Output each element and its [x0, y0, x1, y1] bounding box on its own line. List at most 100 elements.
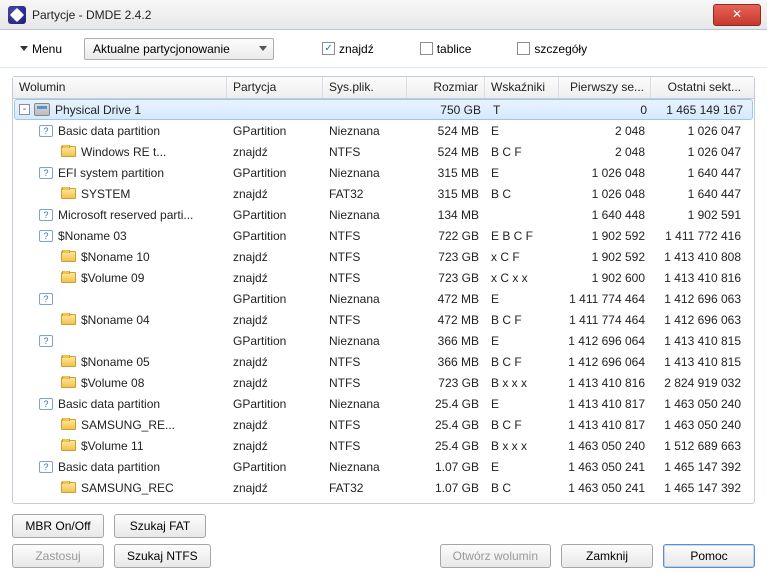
- table-row[interactable]: ?Basic data partitionGPartitionNieznana5…: [13, 120, 754, 141]
- checkbox-details-label: szczegóły: [534, 42, 587, 56]
- row-name: $Noname 10: [81, 250, 150, 264]
- close-button[interactable]: ✕: [713, 4, 761, 26]
- cell-size: 1.07 GB: [407, 481, 485, 495]
- partitioning-combo[interactable]: Aktualne partycjonowanie: [84, 38, 274, 60]
- apply-button[interactable]: Zastosuj: [12, 544, 104, 568]
- folder-icon: [61, 482, 76, 493]
- row-name: EFI system partition: [58, 166, 164, 180]
- table-row[interactable]: $Volume 11znajdźNTFS25.4 GBB x x x1 463 …: [13, 435, 754, 456]
- cell-fs: Nieznana: [323, 397, 407, 411]
- table-row[interactable]: ?Microsoft reserved parti...GPartitionNi…: [13, 204, 754, 225]
- mbr-toggle-button[interactable]: MBR On/Off: [12, 514, 104, 538]
- row-name: Basic data partition: [58, 124, 160, 138]
- cell-first-sector: 1 411 774 464: [559, 313, 651, 327]
- cell-volume: SAMSUNG_RE...: [13, 418, 227, 432]
- cell-size: 723 GB: [407, 271, 485, 285]
- table-row[interactable]: $Noname 05znajdźNTFS366 MBB C F1 412 696…: [13, 351, 754, 372]
- col-indicators[interactable]: Wskaźniki: [485, 77, 559, 98]
- cell-fs: NTFS: [323, 376, 407, 390]
- cell-indicators: B C: [485, 187, 559, 201]
- cell-size: 366 MB: [407, 334, 485, 348]
- cell-last-sector: 1 640 447: [651, 187, 747, 201]
- row-name: $Volume 11: [81, 439, 144, 453]
- search-ntfs-button[interactable]: Szukaj NTFS: [114, 544, 211, 568]
- cell-volume: ? EFI system partition: [13, 166, 227, 180]
- cell-first-sector: 2 048: [559, 145, 651, 159]
- row-name: Basic data partition: [58, 397, 160, 411]
- cell-last-sector: 1 413 410 815: [651, 355, 747, 369]
- col-last-sector[interactable]: Ostatni sekt...: [651, 77, 747, 98]
- table-row[interactable]: ?Basic data partitionGPartitionNieznana1…: [13, 456, 754, 477]
- cell-last-sector: 1 463 050 240: [651, 418, 747, 432]
- help-button[interactable]: Pomoc: [663, 544, 755, 568]
- menu-button[interactable]: Menu: [12, 39, 70, 59]
- chevron-down-icon: [259, 46, 267, 51]
- cell-fs: Nieznana: [323, 460, 407, 474]
- cell-size: 25.4 GB: [407, 397, 485, 411]
- cell-last-sector: 1 026 047: [651, 145, 747, 159]
- cell-first-sector: 1 413 410 816: [559, 376, 651, 390]
- cell-volume: ?Basic data partition: [13, 397, 227, 411]
- table-row[interactable]: $Volume 09znajdźNTFS723 GBx C x x1 902 6…: [13, 267, 754, 288]
- table-row[interactable]: ?GPartitionNieznana472 MBE1 411 774 4641…: [13, 288, 754, 309]
- row-name: SAMSUNG_RE...: [81, 418, 175, 432]
- table-row[interactable]: ?GPartitionNieznana366 MBE1 412 696 0641…: [13, 330, 754, 351]
- cell-last-sector: 1 463 050 240: [651, 397, 747, 411]
- cell-volume: -Physical Drive 1: [15, 103, 229, 117]
- title-bar: Partycje - DMDE 2.4.2 ✕: [0, 0, 767, 30]
- table-row[interactable]: SAMSUNG_RECznajdźFAT321.07 GBB C1 463 05…: [13, 477, 754, 498]
- table-row[interactable]: ?$Noname 03GPartitionNTFS722 GBE B C F1 …: [13, 225, 754, 246]
- col-partition[interactable]: Partycja: [227, 77, 323, 98]
- cell-size: 366 MB: [407, 355, 485, 369]
- checkbox-details[interactable]: szczegóły: [517, 42, 587, 56]
- col-first-sector[interactable]: Pierwszy se...: [559, 77, 651, 98]
- cell-last-sector: 1 412 696 063: [651, 292, 747, 306]
- cell-fs: NTFS: [323, 250, 407, 264]
- tree-expander[interactable]: -: [19, 104, 30, 115]
- cell-indicators: E: [485, 166, 559, 180]
- cell-size: 723 GB: [407, 376, 485, 390]
- folder-icon: [61, 377, 76, 388]
- search-fat-button[interactable]: Szukaj FAT: [114, 514, 206, 538]
- table-row[interactable]: ?Basic data partitionGPartitionNieznana2…: [13, 393, 754, 414]
- cell-volume: ?: [13, 293, 227, 305]
- partition-icon: ?: [39, 167, 53, 179]
- cell-indicators: x C x x: [485, 271, 559, 285]
- col-fs[interactable]: Sys.plik.: [323, 77, 407, 98]
- table-row[interactable]: SYSTEMznajdźFAT32315 MBB C1 026 0481 640…: [13, 183, 754, 204]
- cell-partition: znajdź: [227, 481, 323, 495]
- col-volume[interactable]: Wolumin: [13, 77, 227, 98]
- table-row[interactable]: $Volume 08znajdźNTFS723 GBB x x x1 413 4…: [13, 372, 754, 393]
- cell-indicators: B C F: [485, 313, 559, 327]
- checkbox-find[interactable]: ✓ znajdź: [322, 42, 374, 56]
- checkbox-tables[interactable]: tablice: [420, 42, 472, 56]
- table-row[interactable]: $Noname 04znajdźNTFS472 MBB C F1 411 774…: [13, 309, 754, 330]
- table-row[interactable]: SAMSUNG_RE...znajdźNTFS25.4 GBB C F1 413…: [13, 414, 754, 435]
- cell-partition: znajdź: [227, 250, 323, 264]
- folder-icon: [61, 188, 76, 199]
- close-button-dialog[interactable]: Zamknij: [561, 544, 653, 568]
- cell-volume: ?Basic data partition: [13, 460, 227, 474]
- cell-size: 134 MB: [407, 208, 485, 222]
- row-name: $Volume 08: [81, 376, 144, 390]
- cell-fs: Nieznana: [323, 124, 407, 138]
- open-volume-button[interactable]: Otwórz wolumin: [440, 544, 551, 568]
- table-body[interactable]: -Physical Drive 1750 GBT01 465 149 167?B…: [13, 99, 754, 503]
- table-row[interactable]: Windows RE t...znajdźNTFS524 MBB C F2 04…: [13, 141, 754, 162]
- cell-first-sector: 1 463 050 241: [559, 460, 651, 474]
- row-name: $Noname 03: [58, 229, 127, 243]
- cell-last-sector: 1 902 591: [651, 208, 747, 222]
- col-size[interactable]: Rozmiar: [407, 77, 485, 98]
- cell-partition: GPartition: [227, 124, 323, 138]
- table-row[interactable]: -Physical Drive 1750 GBT01 465 149 167: [14, 99, 753, 120]
- table-row[interactable]: ?EFI system partitionGPartitionNieznana3…: [13, 162, 754, 183]
- cell-volume: SAMSUNG_REC: [13, 481, 227, 495]
- cell-indicators: E: [485, 334, 559, 348]
- combo-label: Aktualne partycjonowanie: [93, 42, 230, 56]
- cell-last-sector: 1 413 410 815: [651, 334, 747, 348]
- toolbar: Menu Aktualne partycjonowanie ✓ znajdź t…: [0, 30, 767, 68]
- table-row[interactable]: $Noname 10znajdźNTFS723 GBx C F1 902 592…: [13, 246, 754, 267]
- cell-first-sector: 1 411 774 464: [559, 292, 651, 306]
- cell-indicators: E: [485, 460, 559, 474]
- cell-fs: FAT32: [323, 187, 407, 201]
